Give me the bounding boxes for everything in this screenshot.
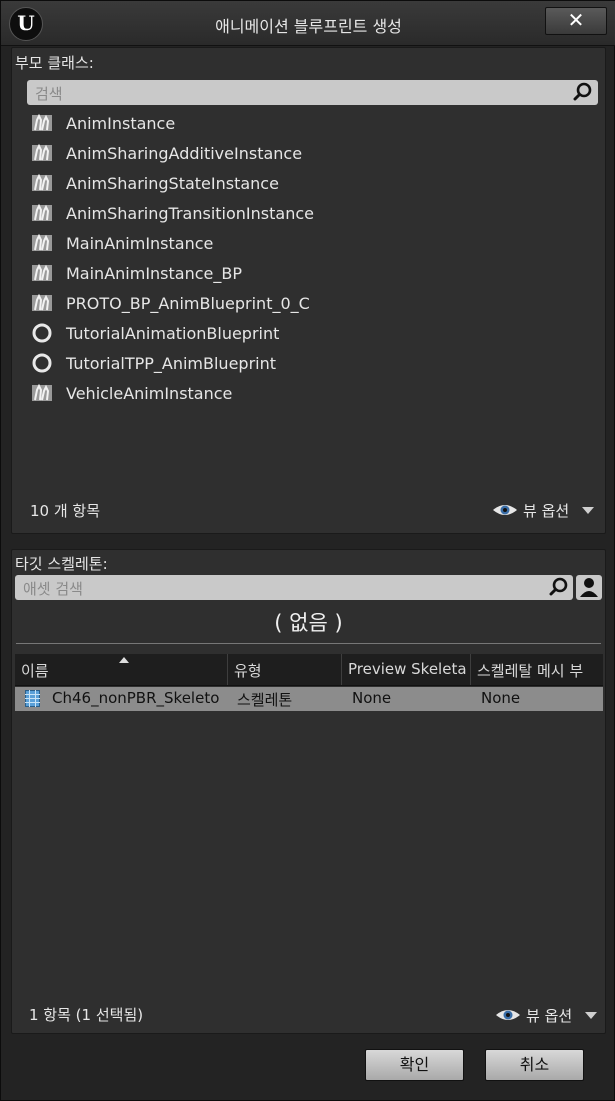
list-item[interactable]: TutorialAnimationBlueprint xyxy=(27,319,587,349)
selected-skeleton-label: ( 없음 ) xyxy=(274,611,343,635)
parent-class-search-input[interactable]: 검색 xyxy=(27,80,598,105)
view-options-label: 뷰 옵션 xyxy=(523,502,570,520)
eye-icon xyxy=(496,1010,520,1020)
anim-instance-icon xyxy=(32,383,52,401)
search-icon[interactable] xyxy=(573,82,593,102)
close-button[interactable]: ✕ xyxy=(545,7,607,35)
list-item-label: AnimSharingTransitionInstance xyxy=(66,204,314,223)
cell-name: Ch46_nonPBR_Skeleto xyxy=(52,689,220,707)
parent-class-list: AnimInstance AnimSharingAdditiveInstance… xyxy=(27,109,587,409)
parent-class-item-count: 10 개 항목 xyxy=(30,502,101,520)
anim-instance-icon xyxy=(32,293,52,311)
anim-instance-icon xyxy=(32,143,52,161)
list-item[interactable]: AnimInstance xyxy=(27,109,587,139)
list-item[interactable]: TutorialTPP_AnimBlueprint xyxy=(27,349,587,379)
list-item-label: AnimInstance xyxy=(66,114,176,133)
user-filter-button[interactable] xyxy=(576,575,602,600)
list-item-label: AnimSharingStateInstance xyxy=(66,174,279,193)
cancel-button[interactable]: 취소 xyxy=(485,1049,584,1081)
parent-class-label: 부모 클래스: xyxy=(15,54,94,72)
list-item-label: TutorialAnimationBlueprint xyxy=(66,324,280,343)
cell-preview-skeleton: None xyxy=(352,689,392,707)
anim-instance-icon xyxy=(32,233,52,251)
list-item-label: TutorialTPP_AnimBlueprint xyxy=(66,354,277,373)
parent-class-view-options-button[interactable]: 뷰 옵션 xyxy=(492,499,598,521)
sort-ascending-icon xyxy=(119,657,129,663)
target-skeleton-label: 타깃 스켈레톤: xyxy=(15,555,108,573)
divider xyxy=(16,643,601,644)
anim-instance-icon xyxy=(32,113,52,131)
column-header-preview-skeleton[interactable]: Preview Skeleta xyxy=(342,654,471,685)
list-item-label: VehicleAnimInstance xyxy=(66,384,233,403)
eye-icon xyxy=(493,505,517,515)
cell-skeletal-mesh: None xyxy=(481,689,521,707)
list-item-label: PROTO_BP_AnimBlueprint_0_C xyxy=(66,294,310,313)
anim-instance-icon xyxy=(32,263,52,281)
anim-instance-icon xyxy=(32,173,52,191)
list-item[interactable]: PROTO_BP_AnimBlueprint_0_C xyxy=(27,289,587,319)
target-skeleton-view-options-button[interactable]: 뷰 옵션 xyxy=(495,1004,601,1026)
title-bar[interactable]: U 애니메이션 블루프린트 생성 ✕ xyxy=(1,1,615,46)
cell-type: 스켈레톤 xyxy=(237,691,293,709)
table-row[interactable]: Ch46_nonPBR_Skeleto 스켈레톤 None None xyxy=(15,687,603,711)
list-item[interactable]: MainAnimInstance_BP xyxy=(27,259,587,289)
ok-button[interactable]: 확인 xyxy=(365,1049,464,1081)
column-header-name[interactable]: 이름 xyxy=(15,654,228,685)
list-item[interactable]: VehicleAnimInstance xyxy=(27,379,587,409)
asset-table-header: 이름 유형 Preview Skeleta 스켈레탈 메시 부 xyxy=(15,654,603,686)
list-item[interactable]: AnimSharingAdditiveInstance xyxy=(27,139,587,169)
target-skeleton-item-count: 1 항목 (1 선택됨) xyxy=(29,1006,144,1024)
dialog-title: 애니메이션 블루프린트 생성 xyxy=(215,17,402,36)
column-header-skeletal-mesh[interactable]: 스켈레탈 메시 부 xyxy=(471,654,603,685)
view-options-label: 뷰 옵션 xyxy=(526,1007,573,1025)
column-header-type[interactable]: 유형 xyxy=(228,654,342,685)
list-item-label: MainAnimInstance_BP xyxy=(66,264,242,283)
search-placeholder: 애셋 검색 xyxy=(23,580,83,598)
chevron-down-icon xyxy=(585,1012,597,1019)
circle-icon xyxy=(32,353,52,373)
anim-instance-icon xyxy=(32,203,52,221)
search-placeholder: 검색 xyxy=(35,85,63,103)
skeleton-asset-icon xyxy=(25,690,40,707)
list-item-label: MainAnimInstance xyxy=(66,234,214,253)
circle-icon xyxy=(32,323,52,343)
create-anim-blueprint-dialog: U 애니메이션 블루프린트 생성 ✕ 부모 클래스: 검색 AnimInstan… xyxy=(0,0,615,1101)
user-icon xyxy=(580,578,598,597)
list-item-label: AnimSharingAdditiveInstance xyxy=(66,144,303,163)
list-item[interactable]: AnimSharingTransitionInstance xyxy=(27,199,587,229)
asset-search-input[interactable]: 애셋 검색 xyxy=(15,575,573,600)
chevron-down-icon xyxy=(582,507,594,514)
search-icon[interactable] xyxy=(549,577,569,597)
list-item[interactable]: AnimSharingStateInstance xyxy=(27,169,587,199)
list-item[interactable]: MainAnimInstance xyxy=(27,229,587,259)
